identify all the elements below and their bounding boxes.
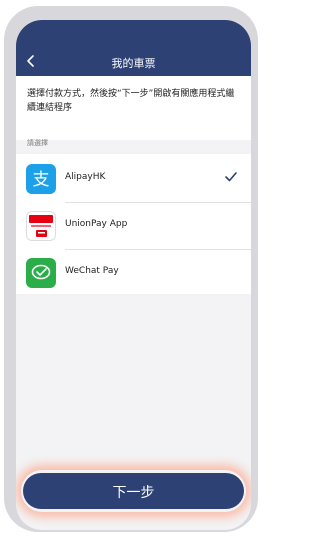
payment-option-label: AlipayHK <box>65 172 106 182</box>
payment-option-unionpay[interactable]: UnionPay App <box>16 203 251 249</box>
payment-option-wechat-pay[interactable]: WeChat Pay <box>16 250 251 296</box>
payment-option-label: WeChat Pay <box>65 266 119 276</box>
payment-option-label: UnionPay App <box>65 219 128 229</box>
checkmark-icon <box>225 172 237 182</box>
description-text: 選擇付款方式，然後按“下一步”開啟有關應用程式繼續連結程序 <box>27 89 235 113</box>
next-button[interactable]: 下一步 <box>23 473 244 509</box>
description-panel: 選擇付款方式，然後按“下一步”開啟有關應用程式繼續連結程序 <box>16 76 251 140</box>
page-title: 我的車票 <box>111 57 156 70</box>
unionpay-icon <box>26 211 56 241</box>
section-label: 請選擇 <box>27 139 48 147</box>
payment-method-list: 支 AlipayHK UnionPay App WeChat Pay <box>16 154 251 294</box>
phone-frame: 我的車票 選擇付款方式，然後按“下一步”開啟有關應用程式繼續連結程序 請選擇 支… <box>4 6 258 532</box>
header-bar: 我的車票 <box>16 20 251 76</box>
alipay-icon: 支 <box>26 164 56 194</box>
wechat-pay-icon <box>26 258 56 288</box>
svg-text:支: 支 <box>33 170 50 190</box>
phone-screen: 我的車票 選擇付款方式，然後按“下一步”開啟有關應用程式繼續連結程序 請選擇 支… <box>16 20 251 530</box>
payment-option-alipayhk[interactable]: 支 AlipayHK <box>16 156 251 202</box>
